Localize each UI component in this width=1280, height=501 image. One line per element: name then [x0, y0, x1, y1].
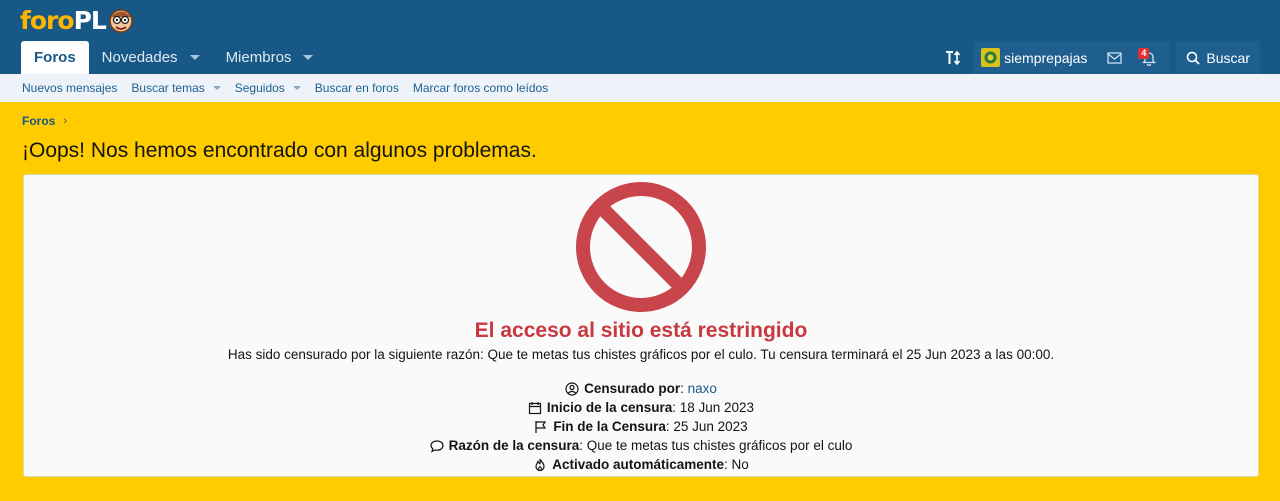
breadcrumb-foros[interactable]: Foros: [22, 114, 55, 128]
tab-foros[interactable]: Foros: [21, 41, 89, 74]
flag-icon: [535, 420, 547, 433]
ban-reason-text: Has sido censurado por la siguiente razó…: [227, 347, 1055, 362]
ban-icon: [576, 182, 706, 312]
reason-value: Que te metas tus chistes gráficos por el…: [586, 438, 853, 453]
search-block: Buscar: [1176, 41, 1260, 74]
sub-nav: Nuevos mensajes Buscar temas Seguidos Bu…: [0, 74, 1280, 102]
subnav-new-posts[interactable]: Nuevos mensajes: [22, 81, 117, 95]
detail-reason: Razón de la censura: Que te metas tus ch…: [24, 436, 1258, 455]
fire-icon: [535, 458, 545, 471]
search-icon: [1187, 51, 1201, 65]
text-size-button[interactable]: [937, 41, 973, 74]
logo-text: foroPL: [20, 5, 107, 35]
detail-auto: Activado automáticamente: No: [24, 455, 1258, 474]
start-value: 18 Jun 2023: [679, 400, 755, 415]
subnav-search-forums[interactable]: Buscar en foros: [315, 81, 399, 95]
bell-wrap: 4: [1134, 47, 1158, 66]
user-circle-icon: [565, 381, 579, 396]
tab-miembros[interactable]: Miembros: [213, 41, 327, 74]
user-nav: siemprepajas 4 Buscar: [937, 41, 1260, 74]
alerts-button[interactable]: 4: [1128, 41, 1170, 74]
chevron-down-icon[interactable]: [189, 55, 200, 60]
ban-details: Censurado por: naxo Inicio de la censura…: [24, 379, 1258, 474]
tab-novedades[interactable]: Novedades: [89, 41, 213, 74]
banned-by-label: Censurado por: [584, 381, 681, 396]
end-label: Fin de la Censura: [553, 419, 666, 434]
auto-label: Activado automáticamente: [552, 457, 724, 472]
username: siemprepajas: [1004, 49, 1088, 66]
top-header: foroPL Foros Novedades Miembros siemprep…: [0, 0, 1280, 74]
auto-value: No: [731, 457, 749, 472]
chevron-down-icon[interactable]: [303, 55, 314, 60]
inbox-button[interactable]: [1095, 41, 1128, 74]
search-button[interactable]: Buscar: [1176, 41, 1260, 74]
subnav-watched[interactable]: Seguidos: [235, 81, 301, 95]
comment-icon: [430, 439, 444, 453]
chevron-down-icon[interactable]: [212, 86, 221, 90]
page-title: ¡Oops! Nos hemos encontrado con algunos …: [22, 139, 537, 162]
main-nav: Foros Novedades Miembros: [21, 41, 326, 74]
chevron-down-icon[interactable]: [292, 86, 301, 90]
mail-icon: [1107, 51, 1123, 64]
avatar: [981, 48, 1001, 67]
start-label: Inicio de la censura: [546, 400, 673, 415]
breadcrumb: Foros ›: [22, 114, 67, 128]
subnav-mark-read[interactable]: Marcar foros como leídos: [413, 81, 548, 95]
logo-face-icon: [109, 9, 133, 33]
banned-by-link[interactable]: naxo: [688, 381, 717, 396]
user-account-link[interactable]: siemprepajas: [973, 41, 1095, 74]
ban-notice-panel: El acceso al sitio está restringido Has …: [23, 174, 1259, 477]
search-label: Buscar: [1206, 49, 1250, 66]
ban-title: El acceso al sitio está restringido: [474, 319, 808, 342]
detail-banned-by: Censurado por: naxo: [24, 379, 1258, 398]
user-account-block: siemprepajas 4: [973, 41, 1171, 74]
detail-end: Fin de la Censura: 25 Jun 2023: [24, 417, 1258, 436]
reason-label: Razón de la censura: [448, 438, 580, 453]
calendar-icon: [528, 401, 542, 414]
detail-start: Inicio de la censura: 18 Jun 2023: [24, 398, 1258, 417]
chevron-right-icon: ›: [63, 115, 68, 127]
end-value: 25 Jun 2023: [673, 419, 748, 434]
subnav-find-threads[interactable]: Buscar temas: [131, 81, 221, 95]
alert-count-badge: 4: [1138, 47, 1150, 59]
text-size-icon: [946, 50, 961, 65]
site-logo[interactable]: foroPL: [20, 4, 135, 36]
